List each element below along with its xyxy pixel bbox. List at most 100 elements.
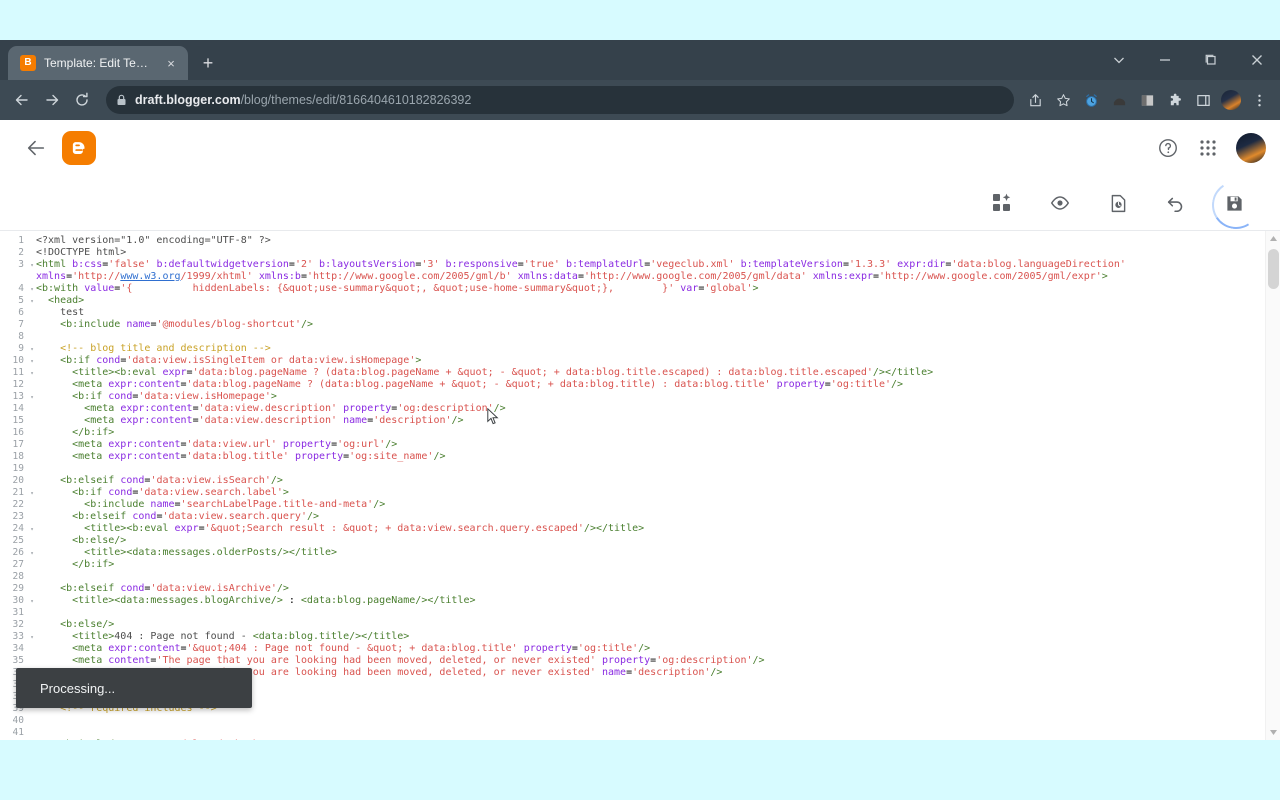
code-line[interactable]: 33▾ <title>404 : Page not found - <data:… bbox=[0, 631, 1265, 643]
back-arrow-icon[interactable] bbox=[16, 128, 56, 168]
template-code-editor[interactable]: 1<?xml version="1.0" encoding="UTF-8" ?>… bbox=[0, 230, 1280, 740]
fold-toggle-icon[interactable]: ▾ bbox=[28, 343, 36, 355]
apps-grid-icon[interactable] bbox=[1188, 128, 1228, 168]
undo-button[interactable] bbox=[1156, 183, 1196, 223]
back-icon[interactable] bbox=[8, 86, 36, 114]
new-tab-button[interactable]: + bbox=[194, 49, 222, 77]
code-line[interactable]: 20 <b:elseif cond='data:view.isSearch'/> bbox=[0, 475, 1265, 487]
fold-toggle-icon[interactable]: ▾ bbox=[28, 487, 36, 499]
code-line[interactable]: 23 <b:elseif cond='data:view.search.quer… bbox=[0, 511, 1265, 523]
fold-toggle-icon bbox=[28, 535, 36, 547]
profile-avatar[interactable] bbox=[1218, 87, 1244, 113]
line-content: <b:with value='{ hiddenLabels: {&quot;us… bbox=[36, 283, 1265, 295]
share-icon[interactable] bbox=[1022, 87, 1048, 113]
line-number: 7 bbox=[0, 319, 28, 331]
reload-icon[interactable] bbox=[68, 86, 96, 114]
code-line[interactable]: 4▾<b:with value='{ hiddenLabels: {&quot;… bbox=[0, 283, 1265, 295]
code-line[interactable]: 1<?xml version="1.0" encoding="UTF-8" ?> bbox=[0, 235, 1265, 247]
code-line[interactable]: 14 <meta expr:content='data:view.descrip… bbox=[0, 403, 1265, 415]
bookmark-star-icon[interactable] bbox=[1050, 87, 1076, 113]
scroll-down-icon[interactable] bbox=[1266, 725, 1280, 740]
fold-toggle-icon[interactable]: ▾ bbox=[28, 295, 36, 307]
code-line[interactable]: 42 <b:include name='@modules/dark-theme'… bbox=[0, 739, 1265, 740]
code-line[interactable]: 15 <meta expr:content='data:view.descrip… bbox=[0, 415, 1265, 427]
help-icon[interactable] bbox=[1148, 128, 1188, 168]
line-content bbox=[36, 331, 1265, 343]
code-line[interactable]: 9▾ <!-- blog title and description --> bbox=[0, 343, 1265, 355]
url-domain: draft.blogger.com bbox=[135, 93, 241, 107]
code-line[interactable]: 31 bbox=[0, 607, 1265, 619]
code-line[interactable]: 10▾ <b:if cond='data:view.isSingleItem o… bbox=[0, 355, 1265, 367]
browser-tab[interactable]: B Template: Edit Template × bbox=[8, 46, 188, 80]
code-line[interactable]: 18 <meta expr:content='data:blog.title' … bbox=[0, 451, 1265, 463]
preview-button[interactable] bbox=[1040, 183, 1080, 223]
code-line[interactable]: 19 bbox=[0, 463, 1265, 475]
line-content: <meta expr:content='&quot;404 : Page not… bbox=[36, 643, 1265, 655]
blogger-logo[interactable] bbox=[62, 131, 96, 165]
code-line[interactable]: 28 bbox=[0, 571, 1265, 583]
line-number: 28 bbox=[0, 571, 28, 583]
code-line[interactable]: 5▾ <head> bbox=[0, 295, 1265, 307]
code-line[interactable]: 30▾ <title><data:messages.blogArchive/> … bbox=[0, 595, 1265, 607]
fold-toggle-icon bbox=[28, 307, 36, 319]
code-line[interactable]: 2<!DOCTYPE html> bbox=[0, 247, 1265, 259]
fold-toggle-icon[interactable]: ▾ bbox=[28, 283, 36, 295]
alarm-extension-icon[interactable] bbox=[1078, 87, 1104, 113]
scroll-up-icon[interactable] bbox=[1266, 231, 1280, 246]
code-line[interactable]: 29 <b:elseif cond='data:view.isArchive'/… bbox=[0, 583, 1265, 595]
format-template-button[interactable] bbox=[982, 183, 1022, 223]
code-line[interactable]: 25 <b:else/> bbox=[0, 535, 1265, 547]
address-bar[interactable]: draft.blogger.com/blog/themes/edit/81664… bbox=[106, 86, 1014, 114]
fold-toggle-icon[interactable]: ▾ bbox=[28, 355, 36, 367]
line-number: 10 bbox=[0, 355, 28, 367]
code-line[interactable]: 35 <meta content='The page that you are … bbox=[0, 655, 1265, 667]
code-line[interactable]: 17 <meta expr:content='data:view.url' pr… bbox=[0, 439, 1265, 451]
code-line[interactable]: 27 </b:if> bbox=[0, 559, 1265, 571]
code-line[interactable]: 22 <b:include name='searchLabelPage.titl… bbox=[0, 499, 1265, 511]
forward-icon[interactable] bbox=[38, 86, 66, 114]
code-line[interactable]: 34 <meta expr:content='&quot;404 : Page … bbox=[0, 643, 1265, 655]
account-avatar[interactable] bbox=[1236, 133, 1266, 163]
code-line[interactable]: 40 bbox=[0, 715, 1265, 727]
fold-toggle-icon[interactable]: ▾ bbox=[28, 523, 36, 535]
code-line[interactable]: 16 </b:if> bbox=[0, 427, 1265, 439]
code-line[interactable]: 3▾<html b:css='false' b:defaultwidgetver… bbox=[0, 259, 1265, 271]
fold-toggle-icon[interactable]: ▾ bbox=[28, 259, 36, 271]
line-number: 3 bbox=[0, 259, 28, 271]
code-line[interactable]: 13▾ <b:if cond='data:view.isHomepage'> bbox=[0, 391, 1265, 403]
editor-scrollbar[interactable] bbox=[1265, 231, 1280, 740]
code-line[interactable]: 11▾ <title><b:eval expr='data:blog.pageN… bbox=[0, 367, 1265, 379]
side-panel-icon[interactable] bbox=[1190, 87, 1216, 113]
code-line[interactable]: xmlns='http://www.w3.org/1999/xhtml' xml… bbox=[0, 271, 1265, 283]
line-number: 18 bbox=[0, 451, 28, 463]
code-line[interactable]: 8 bbox=[0, 331, 1265, 343]
dark-extension-icon[interactable] bbox=[1106, 87, 1132, 113]
maximize-button[interactable] bbox=[1188, 40, 1234, 80]
code-line[interactable]: 6 test bbox=[0, 307, 1265, 319]
panel-extension-icon[interactable] bbox=[1134, 87, 1160, 113]
code-line[interactable]: 32 <b:else/> bbox=[0, 619, 1265, 631]
chrome-menu-icon[interactable] bbox=[1246, 87, 1272, 113]
revert-button[interactable] bbox=[1098, 183, 1138, 223]
scrollbar-thumb[interactable] bbox=[1268, 249, 1279, 289]
code-line[interactable]: 21▾ <b:if cond='data:view.search.label'> bbox=[0, 487, 1265, 499]
code-line[interactable]: 7 <b:include name='@modules/blog-shortcu… bbox=[0, 319, 1265, 331]
tab-search-button[interactable] bbox=[1096, 40, 1142, 80]
status-toast: Processing... bbox=[16, 668, 252, 708]
code-line[interactable]: 41 bbox=[0, 727, 1265, 739]
fold-toggle-icon[interactable]: ▾ bbox=[28, 367, 36, 379]
code-line[interactable]: 12 <meta expr:content='data:blog.pageNam… bbox=[0, 379, 1265, 391]
code-line[interactable]: 24▾ <title><b:eval expr='&quot;Search re… bbox=[0, 523, 1265, 535]
code-lines[interactable]: 1<?xml version="1.0" encoding="UTF-8" ?>… bbox=[0, 231, 1265, 740]
fold-toggle-icon[interactable]: ▾ bbox=[28, 547, 36, 559]
fold-toggle-icon[interactable]: ▾ bbox=[28, 631, 36, 643]
fold-toggle-icon[interactable]: ▾ bbox=[28, 595, 36, 607]
fold-toggle-icon[interactable]: ▾ bbox=[28, 391, 36, 403]
close-icon[interactable]: × bbox=[162, 54, 180, 72]
save-button[interactable] bbox=[1214, 183, 1254, 223]
code-line[interactable]: 26▾ <title><data:messages.olderPosts/></… bbox=[0, 547, 1265, 559]
minimize-button[interactable] bbox=[1142, 40, 1188, 80]
line-number: 41 bbox=[0, 727, 28, 739]
puzzle-extensions-icon[interactable] bbox=[1162, 87, 1188, 113]
close-window-button[interactable] bbox=[1234, 40, 1280, 80]
